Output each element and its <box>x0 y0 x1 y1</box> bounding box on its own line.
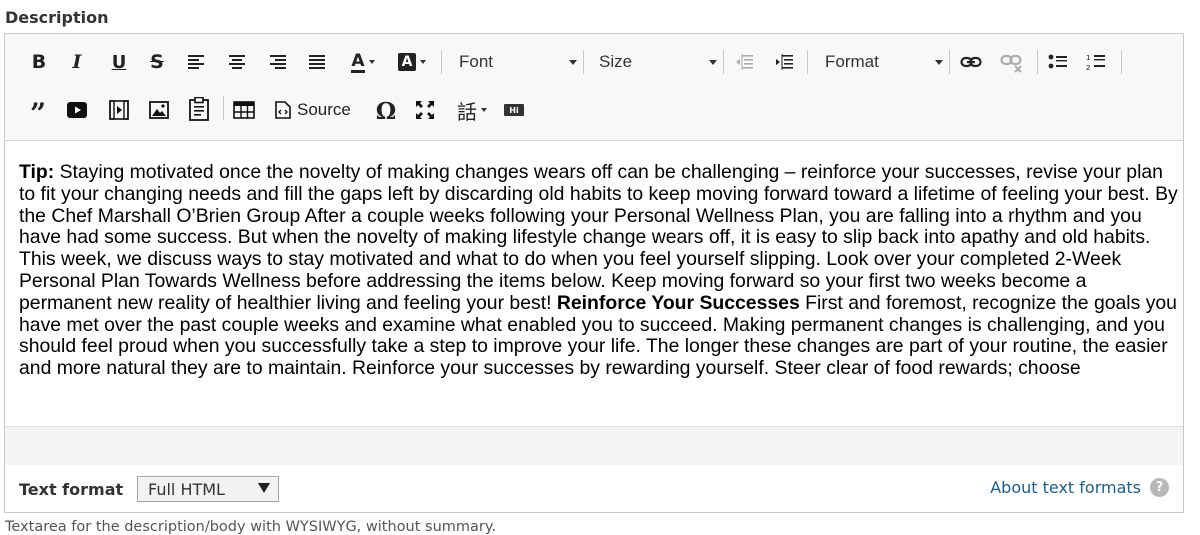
justify-icon[interactable] <box>307 52 327 72</box>
size-combo-label: Size <box>599 52 633 71</box>
size-combo[interactable]: Size <box>599 47 719 77</box>
text-format-label: Text format <box>19 480 124 499</box>
font-combo-label: Font <box>459 52 494 71</box>
hi-badge-label: Hi <box>504 104 524 116</box>
language-icon[interactable]: 話 <box>451 97 493 124</box>
source-label: Source <box>297 100 351 119</box>
chevron-down-icon <box>935 60 943 65</box>
help-icon[interactable]: ? <box>1150 478 1169 497</box>
editor-toolbar: B I U S A A Font Size Format 1 2 ” Sourc… <box>5 34 1183 141</box>
about-text-formats-link[interactable]: About text formats <box>990 478 1141 497</box>
source-icon <box>275 101 291 119</box>
source-button[interactable]: Source <box>275 96 367 124</box>
editor-content[interactable]: Tip: Staying motivated once the novelty … <box>19 162 1181 424</box>
indent-icon[interactable] <box>773 52 795 72</box>
text-format-select[interactable]: Full HTML <box>137 476 279 502</box>
link-icon[interactable] <box>959 52 983 72</box>
align-center-icon[interactable] <box>227 52 247 72</box>
editor-bottom-bar <box>5 426 1183 465</box>
svg-text:1: 1 <box>1086 54 1090 62</box>
image-icon[interactable] <box>147 98 171 122</box>
table-icon[interactable] <box>231 98 257 122</box>
text-format-row: Text format Full HTML About text formats… <box>4 465 1184 513</box>
italic-icon[interactable]: I <box>65 50 89 74</box>
content-paragraph: Tip: Staying motivated once the novelty … <box>19 162 1181 380</box>
unlink-icon[interactable] <box>999 52 1025 74</box>
strikethrough-icon[interactable]: S <box>145 50 169 74</box>
blockquote-icon[interactable]: ” <box>25 98 51 128</box>
maximize-icon[interactable] <box>413 98 437 122</box>
chevron-down-icon <box>569 60 577 65</box>
bulleted-list-icon[interactable] <box>1047 52 1069 72</box>
numbered-list-icon[interactable]: 12 <box>1085 52 1107 72</box>
chevron-down-icon <box>258 483 270 493</box>
font-combo[interactable]: Font <box>459 47 579 77</box>
underline-icon[interactable]: U <box>107 50 131 74</box>
align-right-icon[interactable] <box>267 52 287 72</box>
chevron-down-icon <box>709 60 717 65</box>
format-combo[interactable]: Format <box>825 47 945 77</box>
youtube-icon[interactable] <box>65 98 89 122</box>
field-description: Textarea for the description/body with W… <box>5 519 496 535</box>
outdent-icon[interactable] <box>733 52 755 72</box>
text-format-selected: Full HTML <box>148 479 225 499</box>
language-glyph: 話 <box>457 99 477 124</box>
hi-badge-icon[interactable]: Hi <box>503 102 525 118</box>
align-left-icon[interactable] <box>187 52 207 72</box>
background-color-icon[interactable]: A <box>393 50 431 74</box>
special-character-icon[interactable]: Ω <box>373 98 399 125</box>
bold-icon[interactable]: B <box>27 50 51 74</box>
bold-text: Reinforce Your Successes <box>556 291 800 314</box>
format-combo-label: Format <box>825 52 879 71</box>
paste-from-word-icon[interactable] <box>187 96 211 122</box>
video-icon[interactable] <box>107 98 131 122</box>
text-color-icon[interactable]: A <box>345 50 381 74</box>
svg-text:2: 2 <box>1086 64 1090 71</box>
bold-text: Tip: <box>19 162 55 183</box>
field-label: Description <box>5 8 109 27</box>
wysiwyg-editor: B I U S A A Font Size Format 1 2 ” Sourc… <box>4 33 1184 465</box>
